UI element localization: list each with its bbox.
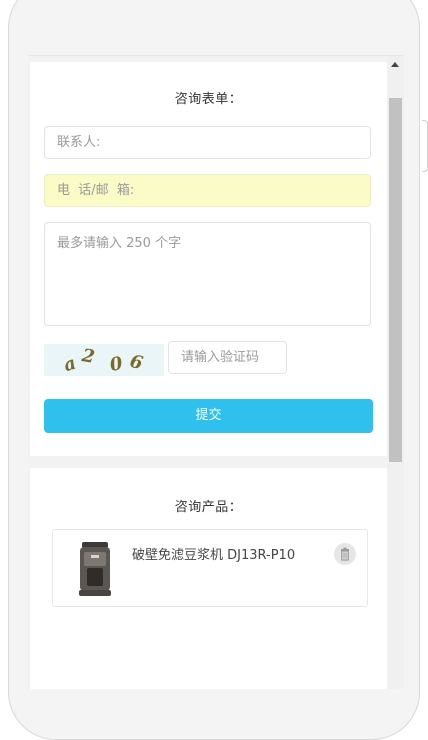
inquiry-form-card: 咨询表单： 联系人: 电 话/邮 箱: 最多请输入 250 个字 a 2 0 6…	[30, 62, 387, 456]
message-textarea[interactable]: 最多请输入 250 个字	[44, 222, 371, 326]
form-title: 咨询表单：	[174, 92, 243, 107]
phone-screen: 咨询表单： 联系人: 电 话/邮 箱: 最多请输入 250 个字 a 2 0 6…	[28, 55, 404, 689]
vertical-scrollbar[interactable]	[387, 56, 404, 689]
trash-icon[interactable]	[334, 543, 356, 565]
captcha-image[interactable]: a 2 0 6	[44, 344, 164, 376]
product-section-title: 咨询产品：	[174, 500, 243, 515]
trash-icon-glyph	[341, 547, 349, 561]
scrollbar-thumb[interactable]	[389, 98, 402, 462]
page-content: 咨询表单： 联系人: 电 话/邮 箱: 最多请输入 250 个字 a 2 0 6…	[30, 62, 387, 689]
soymilk-maker-product-image	[79, 542, 111, 596]
product-item: 破壁免滤豆浆机 DJ13R-P10	[52, 529, 368, 607]
product-name: 破壁免滤豆浆机 DJ13R-P10	[132, 548, 296, 563]
phone-side-button	[422, 120, 428, 172]
submit-button[interactable]: 提交	[44, 399, 373, 433]
verification-code-input[interactable]: 请输入验证码	[168, 341, 287, 374]
phone-email-input[interactable]: 电 话/邮 箱:	[44, 174, 371, 207]
scroll-up-arrow-icon[interactable]	[391, 62, 399, 67]
contact-input[interactable]: 联系人:	[44, 126, 371, 159]
product-card: 咨询产品： 破壁免滤豆浆机 DJ13R-P10	[30, 468, 387, 689]
